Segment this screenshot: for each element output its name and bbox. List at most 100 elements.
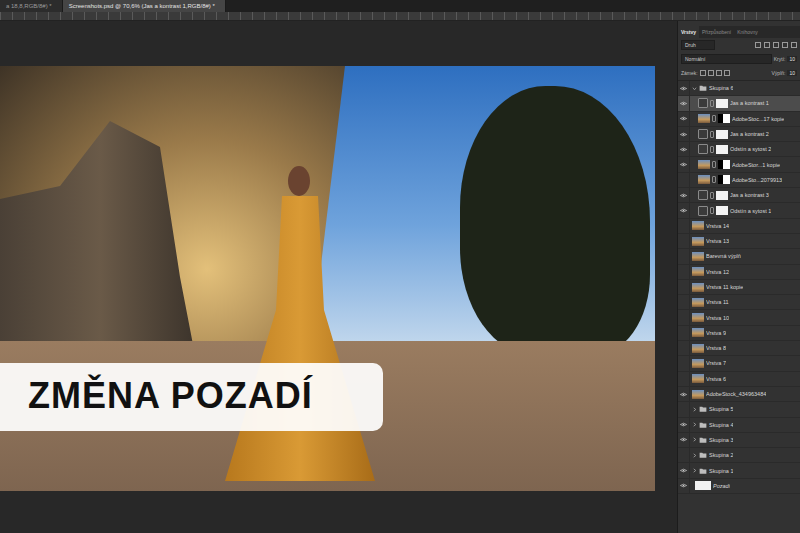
- lock-icon[interactable]: [700, 70, 706, 76]
- panel-tab[interactable]: Přizpůsobení: [699, 26, 734, 38]
- layer-row[interactable]: Vrstva 11 kopie: [678, 280, 800, 295]
- eye-icon: [680, 147, 687, 152]
- document-tab[interactable]: Screenshots.psd @ 70,6% (Jas a kontrast …: [63, 0, 226, 12]
- layer-row[interactable]: Vrstva 8: [678, 341, 800, 356]
- layer-row[interactable]: Odstín a sytost 2: [678, 142, 800, 157]
- chevron-icon[interactable]: [692, 407, 697, 412]
- layer-row[interactable]: Vrstva 10: [678, 310, 800, 325]
- layer-row[interactable]: AdobeStoc...17 kopie: [678, 112, 800, 127]
- visibility-toggle[interactable]: [678, 356, 690, 370]
- layer-thumbnail: [692, 344, 704, 353]
- visibility-toggle[interactable]: [678, 127, 690, 141]
- layer-row[interactable]: Vrstva 13: [678, 234, 800, 249]
- layer-name: Jas a kontrast 2: [730, 131, 769, 137]
- layer-row[interactable]: Pozadí: [678, 479, 800, 494]
- chevron-icon[interactable]: [692, 468, 697, 473]
- eye-icon: [680, 208, 687, 213]
- layer-row[interactable]: Jas a kontrast 3: [678, 188, 800, 203]
- visibility-toggle[interactable]: [678, 112, 690, 126]
- layer-row[interactable]: Vrstva 9: [678, 326, 800, 341]
- layer-row[interactable]: Vrstva 6: [678, 372, 800, 387]
- layer-row[interactable]: Barevná výplň: [678, 249, 800, 264]
- layer-name: Barevná výplň: [706, 253, 741, 259]
- filter-icon[interactable]: [791, 42, 797, 48]
- opacity-value[interactable]: 10: [787, 56, 797, 62]
- layer-row[interactable]: Vrstva 11: [678, 295, 800, 310]
- photo: ZMĚNA POZADÍ: [0, 66, 655, 491]
- visibility-toggle[interactable]: [678, 326, 690, 340]
- visibility-toggle[interactable]: [678, 463, 690, 477]
- folder-icon: [699, 452, 707, 458]
- layer-row[interactable]: Jas a kontrast 2: [678, 127, 800, 142]
- visibility-toggle[interactable]: [678, 173, 690, 187]
- layer-row[interactable]: Skupina 2: [678, 448, 800, 463]
- mask-thumbnail: [716, 191, 728, 200]
- folder-icon: [699, 437, 707, 443]
- layer-row[interactable]: Jas a kontrast 1: [678, 96, 800, 111]
- opacity-label: Krytí:: [774, 56, 786, 62]
- filter-icon[interactable]: [764, 42, 770, 48]
- visibility-toggle[interactable]: [678, 188, 690, 202]
- layer-name: Skupina 5: [709, 406, 733, 412]
- visibility-toggle[interactable]: [678, 234, 690, 248]
- layer-row[interactable]: Skupina 1: [678, 463, 800, 478]
- visibility-toggle[interactable]: [678, 96, 690, 110]
- visibility-toggle[interactable]: [678, 219, 690, 233]
- visibility-toggle[interactable]: [678, 249, 690, 263]
- chevron-icon[interactable]: [692, 86, 697, 91]
- filter-icon[interactable]: [755, 42, 761, 48]
- layers-panel: VrstvyPřizpůsobeníKnihovny Druh NormálníKr…: [677, 21, 800, 533]
- layer-row[interactable]: AdobeStor...1 kopie: [678, 157, 800, 172]
- filter-icon[interactable]: [782, 42, 788, 48]
- layer-row[interactable]: Vrstva 14: [678, 219, 800, 234]
- layer-row[interactable]: Vrstva 7: [678, 356, 800, 371]
- filter-icon[interactable]: [773, 42, 779, 48]
- visibility-toggle[interactable]: [678, 433, 690, 447]
- lock-icon[interactable]: [724, 70, 730, 76]
- layer-name: Skupina 4: [709, 422, 733, 428]
- lock-icon[interactable]: [708, 70, 714, 76]
- layer-row[interactable]: Skupina 3: [678, 433, 800, 448]
- layer-row[interactable]: Skupina 4: [678, 418, 800, 433]
- filter-select[interactable]: Druh: [681, 40, 715, 50]
- chevron-icon[interactable]: [692, 453, 697, 458]
- layer-name: Skupina 1: [709, 468, 733, 474]
- layer-row[interactable]: Vrstva 12: [678, 265, 800, 280]
- layer-thumbnail: [692, 221, 704, 230]
- fill-value[interactable]: 10: [787, 70, 797, 76]
- panel-tab[interactable]: Vrstvy: [678, 26, 699, 38]
- visibility-toggle[interactable]: [678, 418, 690, 432]
- visibility-toggle[interactable]: [678, 402, 690, 416]
- layer-thumbnail: [692, 283, 704, 292]
- visibility-toggle[interactable]: [678, 448, 690, 462]
- layer-row[interactable]: Skupina 5: [678, 402, 800, 417]
- visibility-toggle[interactable]: [678, 81, 690, 95]
- chevron-icon[interactable]: [692, 437, 697, 442]
- visibility-toggle[interactable]: [678, 265, 690, 279]
- layer-thumbnail: [692, 390, 704, 399]
- visibility-toggle[interactable]: [678, 142, 690, 156]
- layer-row[interactable]: AdobeSto...2079913: [678, 173, 800, 188]
- woman-head: [288, 166, 310, 196]
- visibility-toggle[interactable]: [678, 387, 690, 401]
- lock-icon[interactable]: [716, 70, 722, 76]
- blend-select[interactable]: Normální: [681, 54, 772, 64]
- layer-row[interactable]: Odstín a sytost 1: [678, 203, 800, 218]
- visibility-toggle[interactable]: [678, 157, 690, 171]
- visibility-toggle[interactable]: [678, 479, 690, 493]
- visibility-toggle[interactable]: [678, 310, 690, 324]
- visibility-toggle[interactable]: [678, 295, 690, 309]
- chevron-icon[interactable]: [692, 422, 697, 427]
- mask-thumbnail: [716, 206, 728, 215]
- layer-name: Vrstva 8: [706, 345, 726, 351]
- visibility-toggle[interactable]: [678, 203, 690, 217]
- visibility-toggle[interactable]: [678, 280, 690, 294]
- visibility-toggle[interactable]: [678, 341, 690, 355]
- eye-icon: [680, 162, 687, 167]
- eye-icon: [680, 86, 687, 91]
- document-tab[interactable]: a 18,8,RGB/8#) *: [0, 0, 63, 12]
- layer-row[interactable]: AdobeStock_434963484: [678, 387, 800, 402]
- panel-tab[interactable]: Knihovny: [734, 26, 761, 38]
- layer-row[interactable]: Skupina 6: [678, 81, 800, 96]
- visibility-toggle[interactable]: [678, 372, 690, 386]
